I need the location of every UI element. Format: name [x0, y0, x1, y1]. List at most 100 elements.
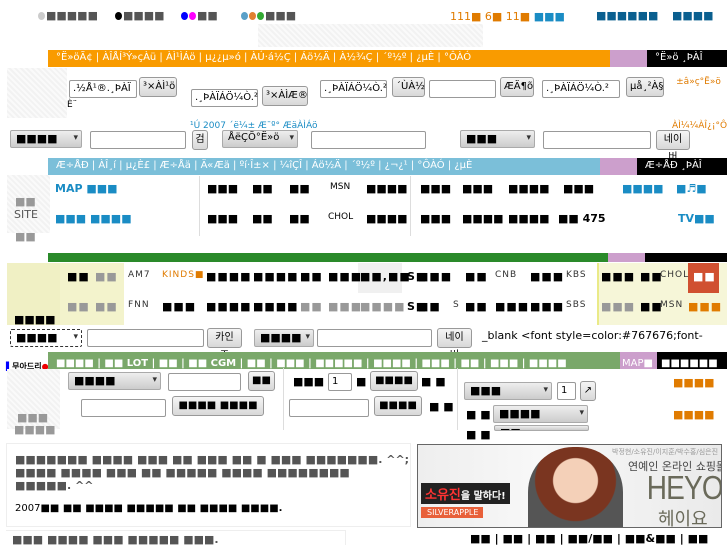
nav-bar-right[interactable]: ■■■■■■ — [657, 352, 727, 369]
search-select-4[interactable]: ■■■■ — [254, 329, 314, 347]
site-link[interactable]: ■■■ — [420, 182, 451, 195]
news-site-link[interactable]: ■■■■ — [253, 300, 299, 313]
site-link[interactable]: MSN — [330, 182, 350, 192]
forms-input-2[interactable] — [81, 399, 166, 417]
orange-link[interactable]: ■■■■ — [673, 408, 715, 421]
news-site-link[interactable]: ■■ — [95, 300, 118, 313]
kinds-button[interactable]: 카인즈 — [207, 328, 242, 361]
top-link-4[interactable]: ■■■ — [241, 9, 296, 22]
site-link[interactable]: ■■■■ — [508, 212, 550, 225]
news-site-link[interactable]: ■■ — [465, 270, 488, 283]
news-site-link[interactable]: ■■■■ — [206, 300, 252, 313]
search-input-2[interactable] — [311, 131, 426, 149]
search-type-select-3[interactable]: ■■■ — [460, 130, 535, 148]
search-field-1[interactable]: .½Å¹®.¸ÞÀÏ — [69, 80, 137, 98]
top-right-link-2[interactable]: ■■■■ — [672, 9, 714, 22]
forms-button-3[interactable]: ■■■■ — [370, 371, 418, 391]
site-link[interactable]: ■♬■ — [676, 182, 707, 195]
news-site-link[interactable]: CHOL — [660, 270, 689, 280]
search-button-2[interactable]: ³×ÀÌÆ® — [262, 86, 308, 106]
site-link[interactable]: ■■■■ — [622, 182, 664, 195]
search-input-4[interactable] — [317, 329, 432, 347]
news-search-link[interactable]: ±â»ç°Ë»ö — [676, 77, 721, 87]
news-site-link[interactable]: ■■■ — [688, 300, 722, 313]
news-site-link[interactable]: ■■■ — [601, 270, 635, 283]
nav-bar-orange[interactable]: °Ë»öÃ¢ | ÀÎÅÍ³Ý»çÀü | ÀÌ¹ÌÁö | µ¿¿µ»ó | … — [48, 50, 610, 67]
site-link[interactable]: MAP ■■■ — [55, 182, 118, 195]
news-site-link[interactable]: ■■ — [300, 270, 323, 283]
site-link[interactable]: ■■■ — [462, 182, 493, 195]
news-site-link[interactable]: ■■ — [67, 270, 90, 283]
top-right-link-1[interactable]: ■■■■■■ — [596, 9, 658, 22]
site-link[interactable]: ■■ — [252, 182, 273, 195]
news-site-link[interactable]: S — [453, 300, 460, 310]
news-site-link[interactable]: KBS — [566, 270, 587, 280]
heyo-banner-ad[interactable]: 소유진을 말하다! SILVERAPPLE 박정현/소유진/이지훈/박수홍/심은… — [417, 444, 722, 528]
news-site-link[interactable]: ■■■ — [530, 300, 564, 313]
naver-button-1[interactable]: 네이버 — [656, 130, 690, 163]
forms-button-4[interactable]: ■■■■ — [374, 396, 422, 416]
news-site-link[interactable]: CNB — [495, 270, 517, 280]
site-link[interactable]: ■■■ — [207, 212, 238, 225]
nav-bar-right[interactable]: °Ë»ö ¸ÞÀÎ — [647, 50, 727, 67]
nav-bar-green[interactable]: ■■■■ | ■■ LOT | ■■ | ■■ CGM | ■■ | ■■■ |… — [48, 352, 620, 369]
news-site-link[interactable]: ■■■ — [601, 300, 635, 313]
forms-number-2[interactable]: 1 — [557, 382, 576, 400]
search-go-button[interactable]: 검 — [192, 130, 208, 150]
forms-number-1[interactable]: 1 — [328, 373, 352, 391]
news-site-link[interactable]: ■■■ — [530, 270, 564, 283]
forms-input-1[interactable] — [168, 373, 241, 391]
site-link[interactable]: ■■■ — [563, 182, 594, 195]
nav-bar-right[interactable]: Æ÷ÅÐ ¸ÞÀÎ — [637, 158, 727, 175]
nav-bar-blue[interactable]: Æ÷ÅÐ | ÀÎ¸í | µ¿È£ | Æ÷Åä | Ä«Æä | ºí·Î±… — [48, 158, 600, 175]
news-select[interactable]: ■■■■ — [10, 329, 82, 347]
top-link-2[interactable]: ■■■■ — [115, 9, 165, 22]
site-link[interactable]: ■■■ — [420, 212, 451, 225]
orange-link[interactable]: ■■■■ — [673, 376, 715, 389]
news-site-link[interactable]: KINDS■ — [162, 270, 204, 280]
site-link[interactable]: ■■■ — [207, 182, 238, 195]
news-site-link[interactable]: ■■■ — [328, 300, 362, 313]
news-site-link[interactable]: ■■■■ — [206, 270, 252, 283]
top-counts[interactable]: 111■ 6■ 11■ ■■■ — [450, 10, 565, 23]
footer-notice[interactable]: ■■■ ■■■■ ■■■ ■■■■■ ■■■. — [12, 533, 219, 546]
site-link[interactable]: ■■ — [289, 182, 310, 195]
site-link[interactable]: ■■ — [289, 212, 310, 225]
site-link[interactable]: ■■■■ — [462, 212, 504, 225]
site-link[interactable]: ■■■ ■■■■ — [55, 212, 132, 225]
forms-input-3[interactable] — [289, 399, 369, 417]
site-link[interactable]: ■■■■ — [366, 212, 408, 225]
news-site-link[interactable]: ■■■ — [418, 270, 452, 283]
news-site-link[interactable]: ■■ — [418, 300, 441, 313]
site-link[interactable]: ■■■■ — [366, 182, 408, 195]
news-site-link[interactable]: ■■■ — [328, 270, 362, 283]
footer-links[interactable]: ■■ | ■■ | ■■ | ■■/■■ | ■■&■■ | ■■ — [470, 532, 708, 545]
news-site-link[interactable]: ■■,■■ — [360, 270, 411, 283]
site-link[interactable]: ■■■■ — [508, 182, 550, 195]
news-site-link[interactable]: ■■■ — [162, 300, 196, 313]
news-site-link[interactable]: ■■■ — [495, 300, 529, 313]
news-site-link[interactable]: ■■ — [465, 300, 488, 313]
news-search-input[interactable] — [87, 329, 204, 347]
news-site-link[interactable]: ■■ — [693, 270, 716, 283]
top-link-3[interactable]: ■■ — [181, 9, 218, 22]
forms-select-4[interactable]: ■■ — [494, 425, 589, 431]
news-site-link[interactable]: FNN — [128, 300, 150, 310]
news-site-link[interactable]: ■■ — [300, 300, 323, 313]
search-input-3[interactable] — [543, 131, 651, 149]
notice-headline[interactable]: 2007■■ ■■ ■■■■ ■■■■■ ■■ ■■■■ ■■■■. — [15, 503, 282, 514]
site-link[interactable]: ■■ 475 — [558, 212, 606, 225]
external-link-button[interactable]: ↗ — [580, 381, 596, 401]
news-site-link[interactable]: ■■ — [95, 270, 118, 283]
nav-bar-purple[interactable]: MAP■ — [620, 352, 657, 369]
forms-select-3[interactable]: ■■■■ — [493, 405, 588, 423]
search-button-1[interactable]: ³×ÀÌ¹ö — [139, 77, 177, 97]
search-button-4[interactable]: ÆÄ¶õ — [500, 77, 534, 97]
site-link[interactable]: TV■■ — [678, 212, 715, 225]
search-field-3[interactable]: .¸ÞÀÏÁÖ¼Ò.² — [320, 80, 387, 98]
news-site-link[interactable]: ■■■■ — [360, 300, 406, 313]
site-link[interactable]: CHOL — [328, 212, 353, 222]
news-site-link[interactable]: ■■■■ — [253, 270, 299, 283]
site-link[interactable]: ■■ — [252, 212, 273, 225]
search-type-select-2[interactable]: ÅëÇÕ°Ë»ö — [222, 130, 298, 148]
